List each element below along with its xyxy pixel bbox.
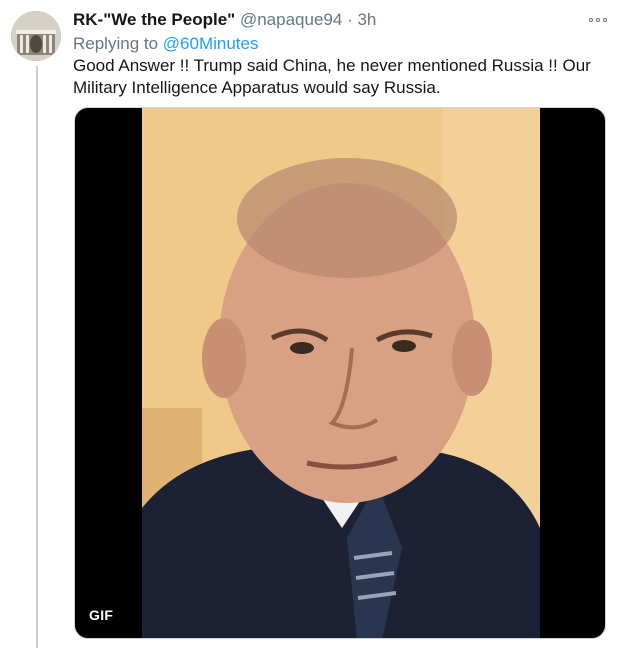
gif-badge: GIF (83, 604, 120, 626)
more-dot (596, 18, 600, 22)
gif-image (142, 108, 540, 638)
replying-to-mention[interactable]: @60Minutes (163, 34, 259, 53)
separator-dot: · (347, 10, 353, 29)
avatar-image (11, 11, 61, 61)
replying-prefix: Replying to (73, 34, 163, 53)
thread-line (36, 66, 38, 648)
display-name[interactable]: RK-"We the People" (73, 10, 235, 29)
tweet-timestamp[interactable]: 3h (357, 10, 376, 29)
replying-to-line: Replying to @60Minutes (73, 33, 258, 55)
user-handle[interactable]: @napaque94 (240, 10, 342, 29)
tweet-text: Good Answer !! Trump said China, he neve… (73, 56, 591, 97)
tweet-header: RK-"We the People" @napaque94 · 3h (73, 9, 579, 31)
gif-media[interactable]: GIF (74, 107, 606, 639)
gif-frame (142, 108, 540, 638)
more-dot (589, 18, 593, 22)
more-dot (603, 18, 607, 22)
avatar[interactable] (11, 11, 61, 61)
more-options-icon[interactable] (588, 14, 608, 26)
